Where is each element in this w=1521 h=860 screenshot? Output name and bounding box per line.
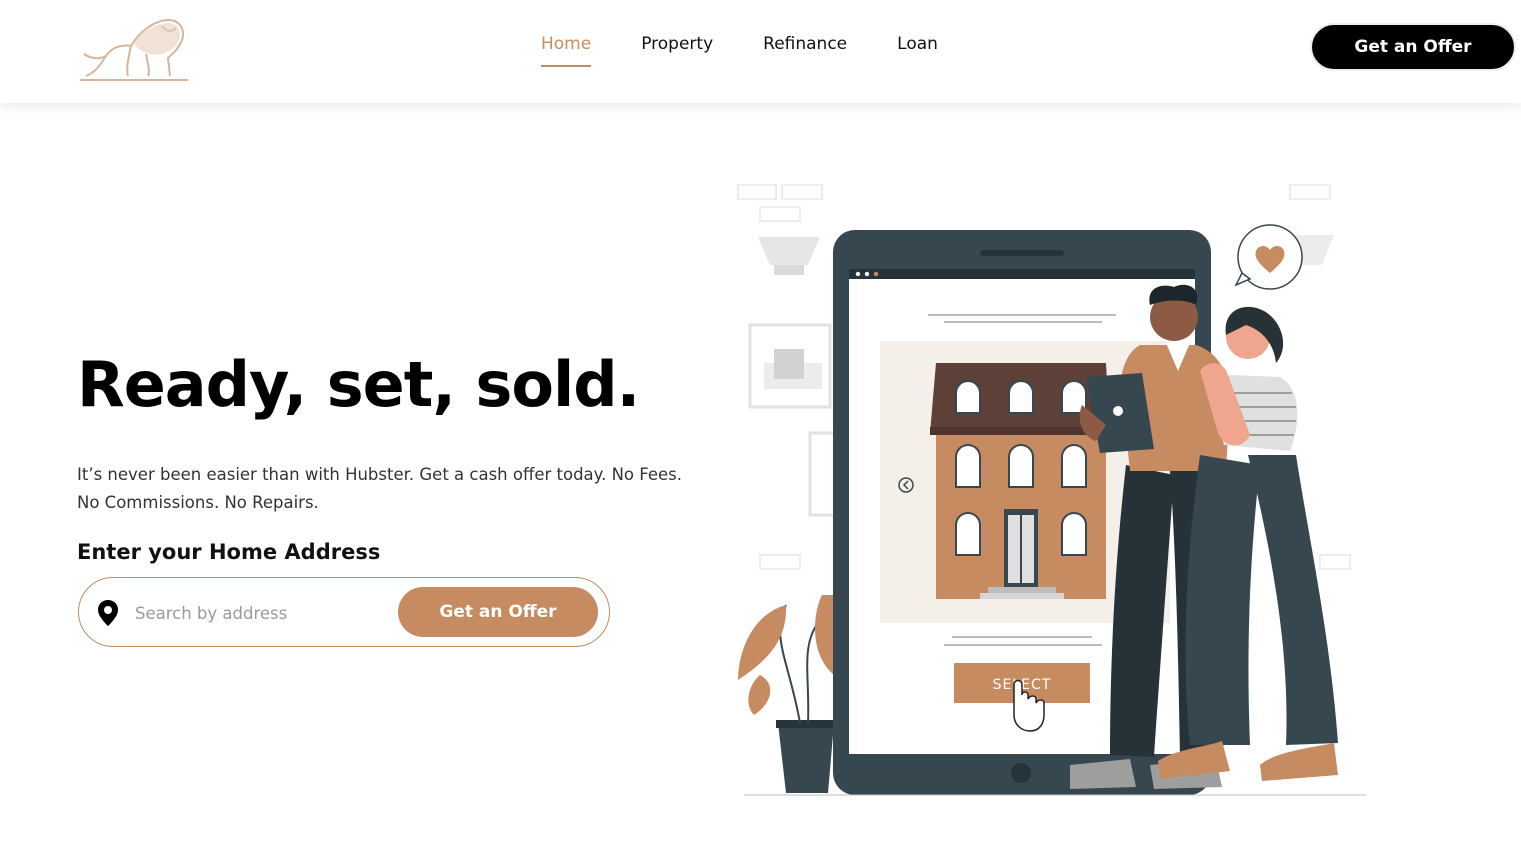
house [930, 363, 1112, 599]
hero-illustration: SELECT [737, 184, 1366, 796]
address-label: Enter your Home Address [77, 540, 381, 564]
site-header: Home Property Refinance Loan Get an Offe… [0, 0, 1521, 103]
hero-title: Ready, set, sold. [77, 348, 640, 421]
speech-bubble [1234, 224, 1303, 290]
main-nav: Home Property Refinance Loan [541, 34, 988, 67]
nav-loan[interactable]: Loan [897, 34, 938, 67]
search-get-offer-button[interactable]: Get an Offer [398, 587, 598, 637]
address-search-bar: Get an Offer [78, 577, 610, 647]
nav-refinance[interactable]: Refinance [763, 34, 847, 67]
plant [738, 595, 836, 793]
lion-logo[interactable] [76, 14, 190, 84]
address-search-input[interactable] [135, 598, 375, 628]
location-pin-icon [98, 600, 118, 626]
hero-subtitle: It’s never been easier than with Hubster… [77, 465, 682, 512]
nav-home[interactable]: Home [541, 34, 592, 67]
nav-property[interactable]: Property [641, 34, 713, 67]
header-get-offer-button[interactable]: Get an Offer [1310, 23, 1516, 71]
